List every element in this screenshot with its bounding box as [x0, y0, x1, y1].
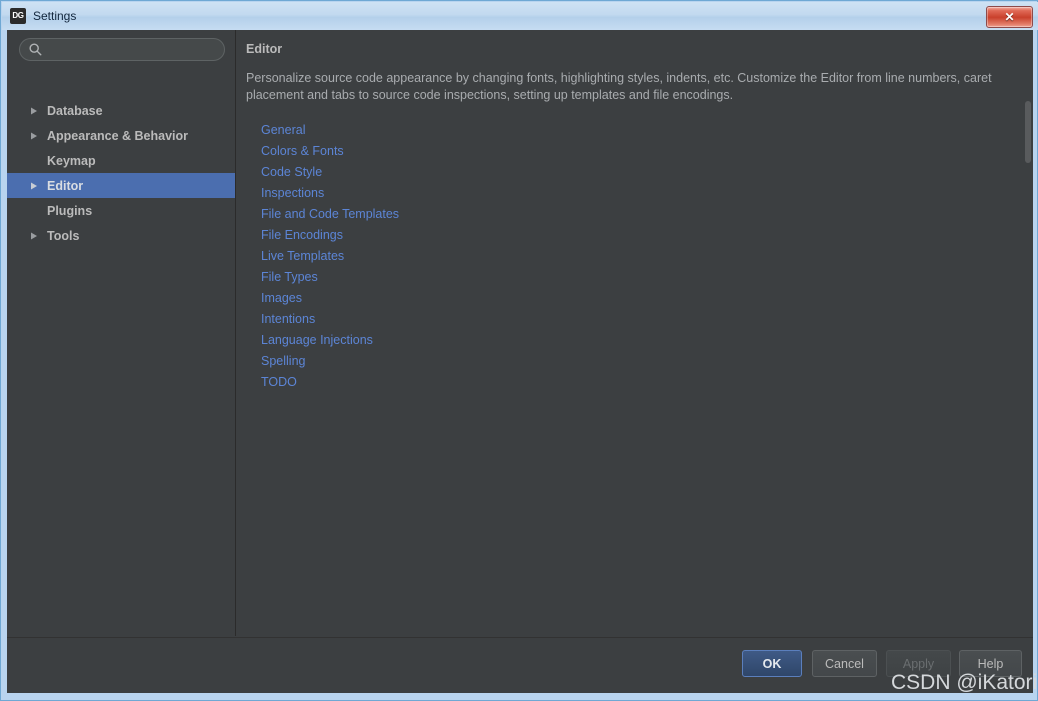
sidebar-item-label: Tools — [47, 228, 80, 243]
sidebar-item-keymap[interactable]: Keymap — [7, 148, 235, 173]
link-inspections[interactable]: Inspections — [261, 183, 761, 204]
window-title: Settings — [33, 9, 77, 23]
link-file-and-code-templates[interactable]: File and Code Templates — [261, 204, 761, 225]
sidebar-item-editor[interactable]: Editor — [7, 173, 235, 198]
link-file-encodings[interactable]: File Encodings — [261, 225, 761, 246]
link-images[interactable]: Images — [261, 288, 761, 309]
link-intentions[interactable]: Intentions — [261, 309, 761, 330]
dialog-footer: OK Cancel Apply Help — [7, 637, 1033, 693]
link-live-templates[interactable]: Live Templates — [261, 246, 761, 267]
chevron-right-icon[interactable] — [29, 231, 39, 241]
ok-button[interactable]: OK — [742, 650, 802, 677]
sidebar-item-label: Database — [47, 103, 103, 118]
sidebar-item-label: Appearance & Behavior — [47, 128, 189, 143]
settings-content-panel: Editor Personalize source code appearanc… — [237, 30, 1033, 636]
link-file-types[interactable]: File Types — [261, 267, 761, 288]
sidebar-item-label: Plugins — [47, 203, 93, 218]
chevron-right-icon[interactable] — [29, 106, 39, 116]
link-general[interactable]: General — [261, 120, 761, 141]
page-title: Editor — [246, 42, 283, 56]
editor-subsection-links: General Colors & Fonts Code Style Inspectio… — [261, 120, 761, 393]
datagrip-app-icon: DG — [10, 8, 26, 24]
search-input[interactable] — [19, 38, 225, 61]
title-bar: DG Settings ✕ — [2, 2, 1038, 30]
content-scrollbar[interactable] — [1025, 31, 1031, 635]
search-container — [19, 38, 225, 61]
sidebar-item-label: Keymap — [47, 153, 96, 168]
sidebar-item-appearance-behavior[interactable]: Appearance & Behavior — [7, 123, 235, 148]
settings-dialog: Database Appearance & Behavior Keymap Edito… — [7, 30, 1033, 693]
help-button[interactable]: Help — [959, 650, 1022, 677]
sidebar-item-label: Editor — [47, 178, 84, 193]
sidebar-item-tools[interactable]: Tools — [7, 223, 235, 248]
page-description: Personalize source code appearance by ch… — [246, 71, 992, 102]
cancel-button[interactable]: Cancel — [812, 650, 877, 677]
link-code-style[interactable]: Code Style — [261, 162, 761, 183]
apply-button: Apply — [886, 650, 951, 677]
close-icon[interactable]: ✕ — [986, 6, 1033, 28]
chevron-right-icon[interactable] — [29, 181, 39, 191]
link-todo[interactable]: TODO — [261, 372, 761, 393]
sidebar-item-plugins[interactable]: Plugins — [7, 198, 235, 223]
link-spelling[interactable]: Spelling — [261, 351, 761, 372]
link-colors-fonts[interactable]: Colors & Fonts — [261, 141, 761, 162]
chevron-right-icon[interactable] — [29, 131, 39, 141]
settings-window: DG Settings ✕ Database Appearance & Behav… — [0, 0, 1038, 701]
link-language-injections[interactable]: Language Injections — [261, 330, 761, 351]
settings-sidebar: Database Appearance & Behavior Keymap Edito… — [7, 30, 236, 636]
sidebar-item-database[interactable]: Database — [7, 98, 235, 123]
scrollbar-thumb[interactable] — [1025, 101, 1031, 163]
